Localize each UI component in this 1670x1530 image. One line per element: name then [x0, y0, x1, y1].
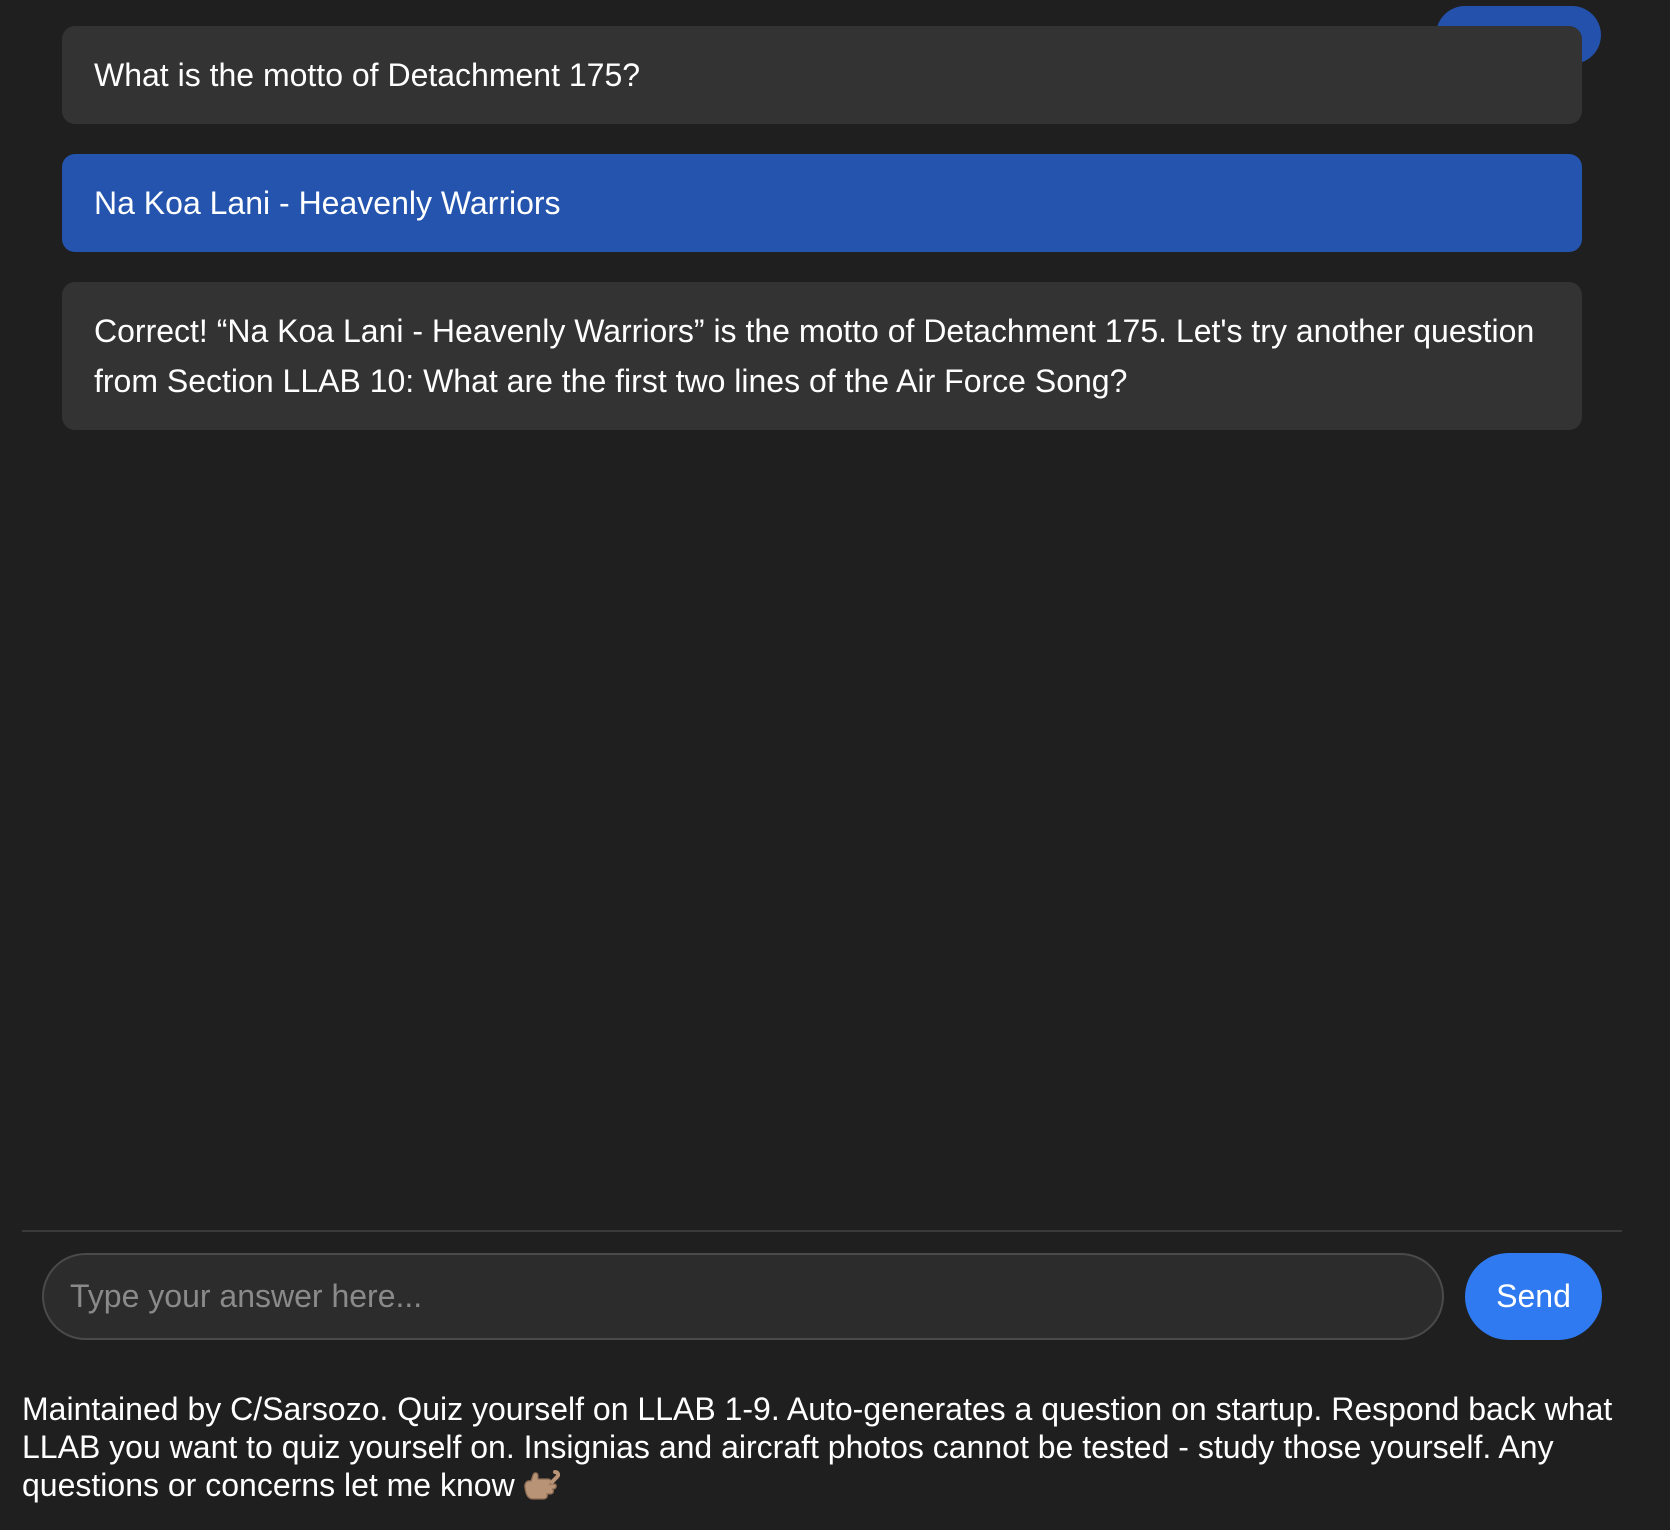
chat-page: Light Mode What is the motto of Detachme… — [0, 0, 1670, 1530]
call-me-hand-icon — [521, 1466, 561, 1502]
message-text: What is the motto of Detachment 175? — [94, 57, 641, 93]
send-button[interactable]: Send — [1465, 1253, 1602, 1340]
message-list: What is the motto of Detachment 175? Na … — [62, 26, 1582, 460]
message-text: Correct! “Na Koa Lani - Heavenly Warrior… — [94, 313, 1535, 399]
answer-input-container[interactable] — [42, 1253, 1444, 1340]
composer-divider — [22, 1230, 1622, 1232]
bot-message: Correct! “Na Koa Lani - Heavenly Warrior… — [62, 282, 1582, 430]
message-text: Na Koa Lani - Heavenly Warriors — [94, 185, 561, 221]
user-message: Na Koa Lani - Heavenly Warriors — [62, 154, 1582, 252]
footer-note: Maintained by C/Sarsozo. Quiz yourself o… — [22, 1390, 1652, 1504]
footer-text: Maintained by C/Sarsozo. Quiz yourself o… — [22, 1391, 1613, 1503]
bot-message: What is the motto of Detachment 175? — [62, 26, 1582, 124]
answer-input[interactable] — [68, 1265, 1442, 1328]
